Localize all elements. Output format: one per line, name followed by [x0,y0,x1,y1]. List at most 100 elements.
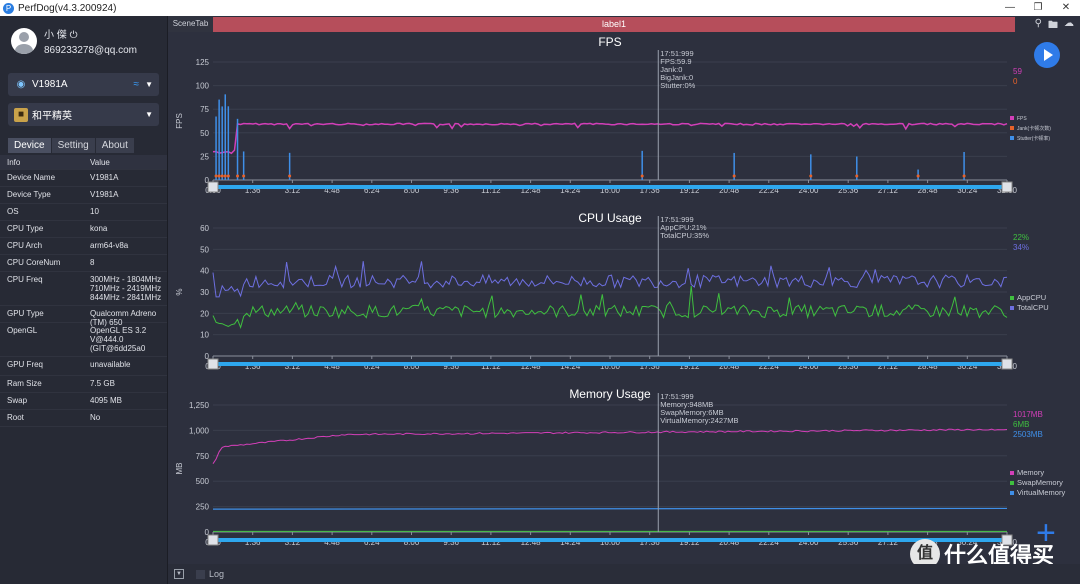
chart-0: FPSFPS02550751001250:001:363:124:486:248… [175,35,1051,195]
current-value: 1017MB [1013,410,1043,419]
device-info-row: Ram Size 7.5 GB [0,376,167,393]
info-value: Qualcomm Adreno (TM) 650 [90,309,157,327]
app-selector[interactable]: ■ 和平精英 ▼ [8,103,159,126]
slider-handle-right[interactable] [1001,358,1013,370]
close-button[interactable]: ✕ [1052,0,1080,16]
jank-marker [223,174,227,178]
tab-setting[interactable]: Setting [51,138,95,153]
chevron-down-icon: ▼ [145,80,153,89]
slider-handle-left[interactable] [207,358,219,370]
device-info-row: GPU Type Qualcomm Adreno (TM) 650 [0,306,167,327]
info-key: Device Name [7,173,56,182]
legend-label: Jank(卡顿次数) [1017,125,1051,132]
info-value: arm64-v8a [90,241,129,250]
y-tick-label: 20 [200,309,209,318]
sidebar-tabs: Device Setting About [8,138,135,153]
y-tick-label: 50 [200,129,209,138]
legend-swatch [1010,116,1014,120]
info-value: No [90,413,101,422]
chart-title: CPU Usage [578,211,642,225]
log-checkbox[interactable] [196,569,205,579]
y-tick-label: 500 [196,477,210,486]
info-key: Root [7,413,24,422]
time-range-slider[interactable] [213,538,1007,542]
device-info-row: Device Name V1981A [0,170,167,187]
current-value: 59 [1013,67,1022,76]
column-header-info: Info [7,158,21,167]
info-key: CPU Freq [7,275,43,284]
legend-label: TotalCPU [1017,303,1049,312]
window-titlebar: P PerfDog(v4.3.200924) — ❐ ✕ [0,0,1080,16]
log-label: Log [209,569,225,579]
legend-label: AppCPU [1017,293,1046,302]
device-info-table: Info Value Device Name V1981A Device Type V… [0,155,167,427]
legend-swatch [1010,481,1014,485]
tab-about[interactable]: About [95,138,134,153]
legend-label: Stutter(卡顿率) [1017,135,1050,142]
device-info-row: Swap 4095 MB [0,393,167,410]
sidebar: 小 傑 ⏻ 869233278@qq.com ◉ V1981A ≈ ▼ ■ 和平… [0,16,168,584]
jank-marker [962,174,966,178]
log-bar: ▼ Log [168,564,1080,584]
main-panel: SceneTab label1 ⚲ 🖿 ☁ FPS FPS 0 25 50 75 100 12… [168,16,1080,584]
chart-title: Memory Usage [569,387,651,401]
time-range-slider[interactable] [213,185,1007,189]
y-tick-label: 250 [196,503,210,512]
y-tick-label: 1,250 [189,401,210,410]
jank-marker [916,174,920,178]
info-value: 300MHz - 1804MHz 710MHz - 2419MHz 844MHz… [90,275,162,302]
legend-label: SwapMemory [1017,478,1063,487]
jank-marker [809,174,813,178]
info-key: GPU Freq [7,360,44,369]
legend-label: Memory [1017,468,1044,477]
log-expand-toggle[interactable]: ▼ [174,569,184,579]
current-value: 34% [1013,243,1029,252]
y-axis-label: % [175,288,184,295]
play-button[interactable] [1034,42,1060,68]
info-key: CPU CoreNum [7,258,61,267]
slider-handle-right[interactable] [1001,181,1013,193]
current-value: 0 [1013,77,1018,86]
power-icon[interactable]: ⏻ [70,30,78,41]
time-range-slider[interactable] [213,362,1007,366]
info-value: kona [90,224,108,233]
series-line-fps [212,122,1008,155]
device-info-row: OS 10 [0,204,167,221]
y-axis-label: FPS [175,113,184,129]
jank-marker [732,174,736,178]
jank-marker [217,174,221,178]
device-selector[interactable]: ◉ V1981A ≈ ▼ [8,73,159,96]
device-info-row: Root No [0,410,167,427]
y-tick-label: 125 [196,58,210,67]
slider-handle-left[interactable] [207,181,219,193]
avatar[interactable] [11,28,37,54]
slider-handle-left[interactable] [207,534,219,546]
minimize-button[interactable]: — [996,0,1024,16]
device-info-row: GPU Freq unavailable [0,357,167,376]
y-tick-label: 75 [200,105,209,114]
jank-marker [236,174,240,178]
y-tick-label: 750 [196,452,210,461]
info-key: Device Type [7,190,51,199]
current-value: 6MB [1013,420,1029,429]
app-selector-value: 和平精英 [32,111,72,122]
series-line-memory [212,428,1008,464]
info-value: 10 [90,207,99,216]
device-info-row: CPU Freq 300MHz - 1804MHz 710MHz - 2419MH… [0,272,167,306]
legend-swatch [1010,491,1014,495]
chart-2: Memory UsageMB02505007501,0001,2500:001:… [175,387,1065,547]
info-value: unavailable [90,360,131,369]
restore-button[interactable]: ❐ [1024,0,1052,16]
android-icon: ◉ [16,79,26,90]
charts-area: FPSFPS02550751001250:001:363:124:486:248… [175,35,1065,547]
cursor-readout: VirtualMemory:2427MB [660,416,738,425]
info-key: Swap [7,396,28,405]
perfdog-app-icon: P [3,2,14,14]
jank-marker [288,174,292,178]
user-profile: 小 傑 ⏻ 869233278@qq.com [0,16,167,66]
y-tick-label: 10 [200,331,209,340]
info-value: OpenGL ES 3.2 V@444.0 (GIT@6dd25a0 [90,326,147,353]
legend-swatch [1010,471,1014,475]
tab-device[interactable]: Device [8,138,51,153]
username: 小 傑 [44,30,67,41]
